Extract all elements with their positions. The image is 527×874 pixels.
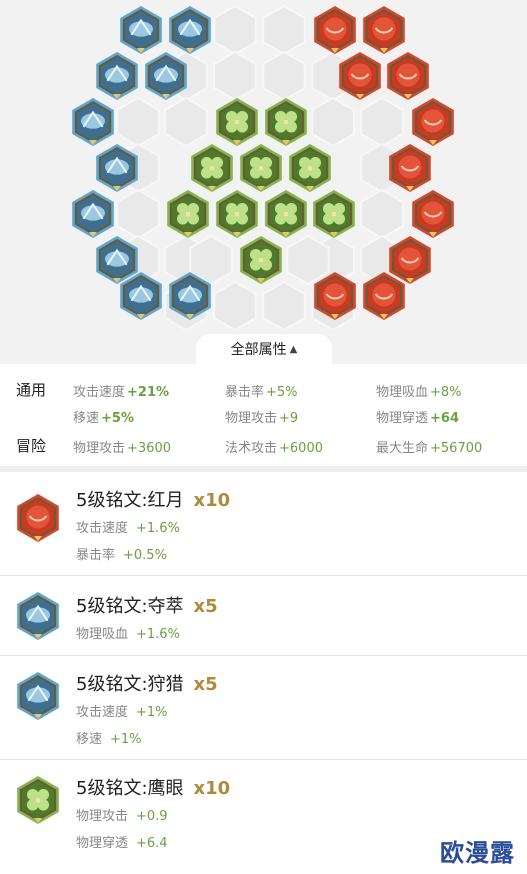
rune-title: 5级铭文:鹰眼 x10 — [76, 778, 231, 799]
attr-item: 物理攻击 +3600 — [73, 441, 171, 456]
attr-item: 攻击速度 +21% — [73, 385, 170, 400]
green-rune-icon — [17, 776, 59, 824]
attr-item: 物理攻击 +9 — [225, 411, 299, 426]
rune-count: x5 — [193, 674, 218, 695]
expand-bar: 全部属性 ▲ — [0, 334, 527, 364]
empty-slot[interactable] — [360, 96, 404, 148]
rune-stat: 移速 +1% — [76, 732, 142, 747]
expand-all-attributes-button[interactable]: 全部属性 ▲ — [196, 334, 332, 364]
attr-row-general-1: 通用 攻击速度 +21% 暴击率 +5% 物理吸血 +8% — [0, 376, 527, 400]
red-rune-slot[interactable] — [387, 52, 429, 100]
watermark: 欧漫露 — [440, 839, 515, 867]
attr-item: 法术攻击 +6000 — [225, 441, 323, 456]
blue-rune-slot[interactable] — [120, 272, 162, 320]
rune-count: x10 — [193, 490, 231, 511]
rune-stat: 物理吸血 +1.6% — [76, 627, 180, 642]
rune-card-plunder[interactable]: 5级铭文:夺萃 x5 物理吸血 +1.6% — [0, 576, 527, 656]
rune-stat: 物理攻击 +0.9 — [76, 809, 168, 824]
green-rune-slot[interactable] — [313, 190, 355, 238]
empty-slot[interactable] — [213, 50, 257, 102]
empty-slot[interactable] — [262, 280, 306, 332]
rune-title: 5级铭文:红月 x10 — [76, 490, 231, 511]
rune-count: x10 — [193, 778, 231, 799]
blue-rune-icon — [17, 672, 59, 720]
rune-card-hunt[interactable]: 5级铭文:狩猎 x5 攻击速度 +1% 移速 +1% — [0, 656, 527, 760]
blue-rune-slot[interactable] — [96, 52, 138, 100]
green-rune-slot[interactable] — [265, 98, 307, 146]
green-rune-slot[interactable] — [289, 144, 331, 192]
empty-slot[interactable] — [311, 96, 355, 148]
red-rune-slot[interactable] — [363, 6, 405, 54]
rune-board — [0, 0, 527, 364]
empty-slot[interactable] — [213, 4, 257, 56]
green-rune-slot[interactable] — [240, 236, 282, 284]
rune-count: x5 — [193, 596, 218, 617]
attr-item: 物理穿透 +64 — [376, 411, 459, 426]
rune-stat: 攻击速度 +1.6% — [76, 521, 180, 536]
empty-slot[interactable] — [360, 188, 404, 240]
empty-slot[interactable] — [213, 280, 257, 332]
rune-stat: 物理穿透 +6.4 — [76, 836, 168, 851]
chevron-up-icon: ▲ — [289, 343, 298, 355]
empty-slot[interactable] — [262, 50, 306, 102]
attr-category-general: 通用 — [16, 381, 47, 399]
green-rune-slot[interactable] — [167, 190, 209, 238]
rune-title: 5级铭文:狩猎 x5 — [76, 674, 218, 695]
green-rune-slot[interactable] — [216, 98, 258, 146]
blue-rune-icon — [17, 592, 59, 640]
blue-rune-slot[interactable] — [72, 98, 114, 146]
red-rune-slot[interactable] — [412, 190, 454, 238]
attr-item: 暴击率 +5% — [225, 385, 298, 400]
attr-row-adventure: 冒险 物理攻击 +3600 法术攻击 +6000 最大生命 +56700 — [0, 432, 527, 456]
attr-category-adventure: 冒险 — [16, 437, 47, 455]
red-rune-icon — [17, 494, 59, 542]
attr-item: 移速 +5% — [73, 411, 134, 426]
green-rune-slot[interactable] — [240, 144, 282, 192]
empty-slot[interactable] — [164, 96, 208, 148]
expand-label: 全部属性 — [230, 342, 287, 358]
attr-row-general-2: 移速 +5% 物理攻击 +9 物理穿透 +64 — [0, 402, 527, 426]
empty-slot[interactable] — [116, 188, 160, 240]
blue-rune-slot[interactable] — [72, 190, 114, 238]
attr-item: 物理吸血 +8% — [376, 385, 462, 400]
red-rune-slot[interactable] — [363, 272, 405, 320]
green-rune-slot[interactable] — [191, 144, 233, 192]
red-rune-slot[interactable] — [314, 6, 356, 54]
rune-stat: 暴击率 +0.5% — [76, 548, 167, 563]
attr-item: 最大生命 +56700 — [376, 441, 483, 456]
red-rune-slot[interactable] — [412, 98, 454, 146]
blue-rune-slot[interactable] — [120, 6, 162, 54]
empty-slot[interactable] — [116, 96, 160, 148]
rune-hex-grid — [72, 4, 454, 332]
empty-slot[interactable] — [262, 4, 306, 56]
rune-card-red-moon[interactable]: 5级铭文:红月 x10 攻击速度 +1.6% 暴击率 +0.5% — [0, 472, 527, 576]
attribute-summary: 通用 攻击速度 +21% 暴击率 +5% 物理吸血 +8% 移速 +5% 物理攻击 +9 … — [0, 364, 527, 466]
blue-rune-slot[interactable] — [169, 6, 211, 54]
rune-title: 5级铭文:夺萃 x5 — [76, 596, 218, 617]
rune-stat: 攻击速度 +1% — [76, 705, 168, 720]
